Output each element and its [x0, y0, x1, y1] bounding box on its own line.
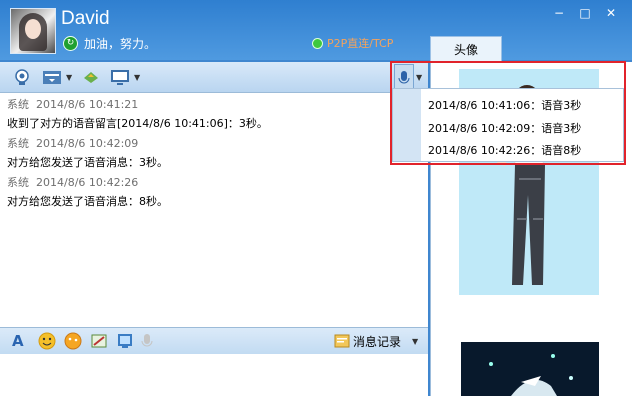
- camera-icon[interactable]: [13, 68, 31, 86]
- maximize-button[interactable]: □: [574, 4, 596, 22]
- message-text: 对方给您发送了语音消息：3秒。: [7, 156, 168, 169]
- message-time: 2014/8/6 10:42:09: [36, 137, 139, 150]
- message-text: 对方给您发送了语音消息：8秒。: [7, 195, 168, 208]
- voice-icon[interactable]: [140, 332, 154, 350]
- message-input[interactable]: [0, 354, 428, 396]
- screen-share-dropdown-icon[interactable]: ▼: [134, 73, 140, 82]
- close-button[interactable]: ✕: [600, 4, 622, 22]
- message-sender: 系统: [7, 98, 29, 111]
- signature-text: 加油，努力。: [84, 37, 157, 51]
- contact-show-image-2: [461, 342, 599, 396]
- message-time: 2014/8/6 10:42:26: [36, 176, 139, 189]
- avatar[interactable]: [10, 8, 56, 54]
- minimize-button[interactable]: −: [548, 4, 570, 22]
- input-toolbar: A 消息记录 ▼: [0, 327, 428, 355]
- message-sender: 系统: [7, 176, 29, 189]
- message-sender: 系统: [7, 137, 29, 150]
- connection-dot-icon: [312, 37, 323, 49]
- chat-history: 系统 2014/8/6 10:41:21 收到了对方的语音留言[2014/8/6…: [0, 93, 428, 327]
- message-header: 系统 2014/8/6 10:42:26: [7, 174, 138, 190]
- signature: ↻ 加油，努力。: [63, 35, 156, 52]
- picture-icon[interactable]: [116, 332, 134, 350]
- message-text: 收到了对方的语音留言[2014/8/6 10:41:06]：3秒。: [7, 117, 268, 130]
- connection-text: P2P直连/TCP: [327, 37, 394, 50]
- contact-name: David: [61, 8, 110, 29]
- emoji-icon[interactable]: [38, 332, 56, 350]
- avatar-face: [25, 19, 41, 39]
- history-icon: [334, 334, 350, 348]
- message-header: 系统 2014/8/6 10:41:21: [7, 96, 138, 112]
- side-tabs: 头像: [430, 36, 632, 63]
- file-transfer-icon[interactable]: [42, 68, 62, 86]
- font-icon[interactable]: A: [12, 332, 24, 350]
- gif-icon[interactable]: [64, 332, 82, 350]
- screenshot-icon[interactable]: [90, 332, 108, 350]
- highlight-box: [390, 61, 626, 165]
- tab-avatar[interactable]: 头像: [430, 36, 502, 63]
- chat-toolbar: ▼ ▼: [0, 62, 428, 93]
- message-history-label: 消息记录: [353, 334, 402, 349]
- screen-share-icon[interactable]: [110, 68, 130, 86]
- message-history-button[interactable]: 消息记录: [334, 332, 401, 350]
- message-header: 系统 2014/8/6 10:42:09: [7, 135, 138, 151]
- app-icon[interactable]: [82, 68, 100, 86]
- history-dropdown-icon[interactable]: ▼: [412, 337, 418, 346]
- message-time: 2014/8/6 10:41:21: [36, 98, 139, 111]
- connection-status: P2P直连/TCP: [312, 35, 393, 51]
- signature-icon: ↻: [63, 36, 78, 51]
- file-transfer-dropdown-icon[interactable]: ▼: [66, 73, 72, 82]
